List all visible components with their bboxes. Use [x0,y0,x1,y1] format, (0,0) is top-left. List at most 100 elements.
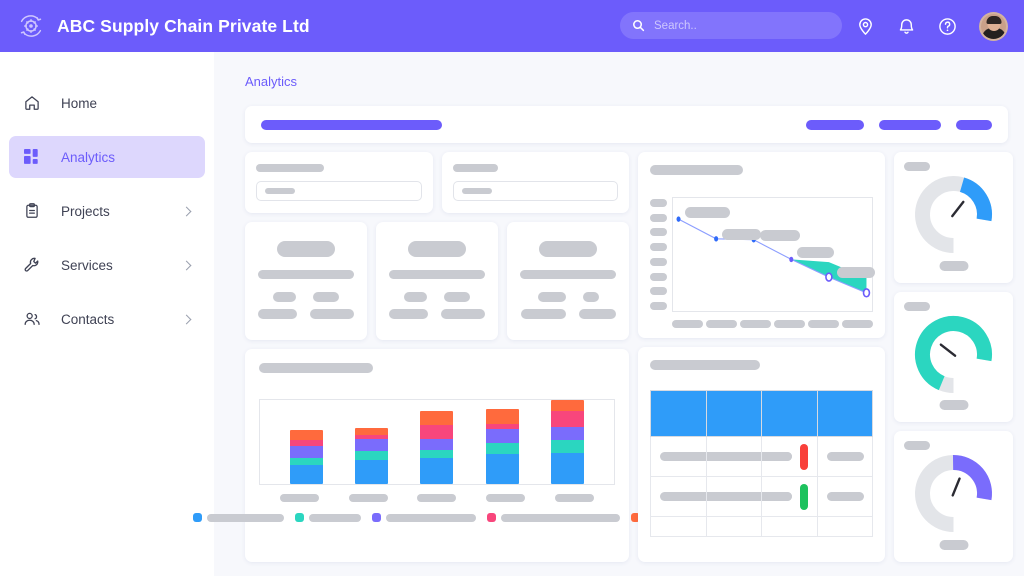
bar-segment [485,408,519,424]
table-cell-status [761,436,818,477]
sidebar-item-analytics[interactable]: Analytics [9,136,205,178]
avatar-hair [986,16,1001,24]
legend-swatch [487,513,496,522]
dashboard-grid [193,152,1013,576]
bar-segment [550,440,584,453]
gauge-svg [915,176,992,253]
help-circle-icon[interactable] [938,17,957,36]
cell-placeholder [826,452,864,461]
line-chart-body [650,197,875,312]
people-icon [23,310,41,328]
legend-item[interactable] [487,513,620,522]
toolbar-primary-placeholder[interactable] [261,119,442,130]
header-actions [856,0,1008,52]
gauge-needle [939,343,957,357]
user-avatar[interactable] [979,11,1008,41]
table-column-header[interactable] [816,390,873,437]
line-chart-point[interactable] [789,256,794,263]
table-column-header[interactable] [761,390,818,437]
breadcrumb[interactable]: Analytics [245,74,1008,89]
legend-item[interactable] [295,513,361,522]
bar-chart-x-axis-labels [259,494,615,502]
x-axis-tick-label [672,320,703,328]
top-header-bar: ABC Supply Chain Private Ltd [0,0,1024,52]
kpi [537,292,566,302]
line-chart-point[interactable] [676,216,681,222]
brand[interactable]: ABC Supply Chain Private Ltd [16,11,310,41]
chevron-right-icon[interactable] [181,260,192,270]
x-axis-tick-label [774,320,805,328]
location-pin-icon[interactable] [856,17,875,36]
stacked-bar-chart-card [193,349,681,562]
table-column-header[interactable] [705,390,762,437]
line-chart-point-highlight[interactable] [826,273,832,281]
sidebar-item-projects[interactable]: Projects [9,190,205,232]
line-chart-x-axis-labels [650,320,873,328]
stat-card-3[interactable] [507,222,629,340]
stat-card-2[interactable] [376,222,498,340]
kpi [389,309,428,319]
bar-segment [550,411,584,428]
table-cell [650,516,707,537]
sidebar-item-contacts[interactable]: Contacts [9,298,205,340]
table-row[interactable] [650,476,873,517]
bar-column [550,400,584,484]
sidebar-item-services[interactable]: Services [9,244,205,286]
kpi [441,309,485,319]
legend-item[interactable] [372,513,476,522]
toolbar-actions [806,119,992,130]
line-chart-point-highlight[interactable] [864,289,870,297]
table-cell [650,436,733,477]
stat-title-placeholder [277,241,335,257]
gauge-card-3 [894,431,1013,563]
y-axis-tick-label [650,228,667,237]
table-cell [650,476,733,517]
search-input[interactable] [654,19,830,32]
chevron-right-icon[interactable] [181,314,192,324]
line-chart-plot-area [672,197,875,312]
search-container[interactable] [620,12,842,39]
status-wrap [771,443,808,470]
y-axis-tick-label [650,272,667,281]
kpi [520,309,566,319]
kpi-row-bottom [258,309,354,319]
chart-title-placeholder [650,165,743,175]
bell-icon[interactable] [897,17,916,36]
table-header-row [650,390,873,437]
sidebar-item-home[interactable]: Home [9,82,205,124]
legend-label [501,513,620,522]
legend-label [207,513,284,522]
bar-segment [550,452,584,484]
text-field-1[interactable] [256,181,422,201]
kpi-row-top [258,292,354,302]
table-cell [705,436,792,477]
bar-segment [550,400,584,412]
toolbar-action-1[interactable] [806,119,864,130]
sidebar-item-label: Analytics [61,149,116,165]
input-label-placeholder [256,164,324,172]
bar-column [485,408,519,484]
legend-item[interactable] [193,513,284,522]
line-chart-data-label [797,247,835,259]
cell-placeholder [771,492,792,501]
cell-placeholder [826,492,864,501]
toolbar-action-2[interactable] [879,119,941,130]
table-row[interactable] [650,436,873,477]
toolbar-action-3[interactable] [956,119,992,130]
toolbar [245,106,1008,143]
table-header [650,390,873,437]
kpi [313,292,339,302]
line-chart-point[interactable] [714,236,719,242]
kpi [582,292,599,302]
table-cell [705,516,762,537]
gauge-needle [951,477,961,497]
bar-segment [290,445,324,458]
chevron-right-icon[interactable] [181,206,192,216]
gauge-title-placeholder [904,441,930,451]
stat-card-1[interactable] [245,222,367,340]
table-column-header[interactable] [650,390,707,437]
x-axis-tick-label [279,494,319,502]
search-box[interactable] [620,12,842,39]
text-field-2[interactable] [452,181,618,201]
legend-label [309,513,361,522]
